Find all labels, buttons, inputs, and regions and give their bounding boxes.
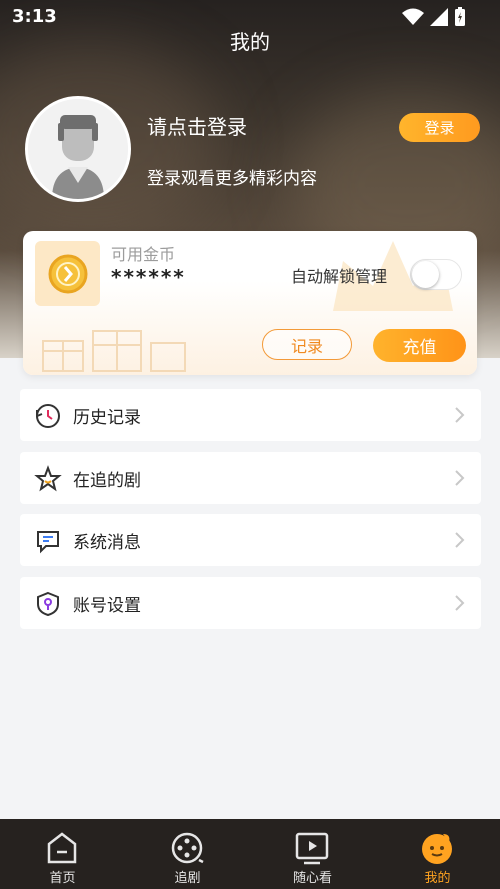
- star-icon: [34, 465, 62, 492]
- shield-icon: [37, 591, 59, 617]
- chevron-right-icon: [455, 532, 465, 548]
- tab-following[interactable]: 追剧: [125, 819, 250, 889]
- auto-unlock-label: 自动解锁管理: [291, 267, 388, 286]
- tab-home[interactable]: 首页: [0, 819, 125, 889]
- avatar[interactable]: [25, 96, 131, 202]
- message-icon: [37, 531, 59, 554]
- coin-icon: [35, 241, 100, 306]
- recharge-button[interactable]: 充值: [373, 329, 466, 362]
- page-title: 我的: [230, 30, 270, 54]
- login-button[interactable]: 登录: [399, 113, 480, 142]
- tab-label: 我的: [424, 871, 451, 886]
- tab-profile[interactable]: 我的: [375, 819, 500, 889]
- menu-label: 在追的剧: [73, 471, 141, 491]
- chevron-right-icon: [455, 470, 465, 486]
- login-subtitle: 登录观看更多精彩内容: [147, 169, 317, 189]
- home-icon: [47, 832, 77, 864]
- tab-label: 随心看: [292, 871, 332, 886]
- film-reel-icon: [171, 832, 204, 864]
- profile-mascot-icon: [422, 834, 452, 864]
- menu-label: 账号设置: [73, 596, 141, 616]
- login-prompt[interactable]: 请点击登录: [147, 111, 247, 140]
- coin-card: 可用金币 ****** 自动解锁管理 记录 充值: [23, 231, 477, 375]
- tab-discover[interactable]: 随心看: [250, 819, 375, 889]
- default-avatar-icon: [28, 99, 128, 199]
- gift-boxes-decoration: [42, 330, 186, 372]
- menu-label: 系统消息: [73, 533, 141, 553]
- menu-item-messages[interactable]: 系统消息: [20, 514, 481, 566]
- coin-label: 可用金币: [111, 245, 176, 264]
- wifi-icon: [402, 8, 424, 25]
- signal-icon: [430, 8, 448, 26]
- chevron-right-icon: [455, 595, 465, 611]
- menu-item-following[interactable]: 在追的剧: [20, 452, 481, 504]
- auto-unlock-toggle[interactable]: [410, 259, 462, 290]
- tab-label: 首页: [49, 871, 76, 886]
- menu-item-history[interactable]: 历史记录: [20, 389, 481, 441]
- coin-balance: ******: [111, 265, 186, 289]
- play-screen-icon: [295, 832, 329, 865]
- record-button[interactable]: 记录: [262, 329, 352, 360]
- battery-icon: [455, 7, 465, 26]
- tab-label: 追剧: [174, 871, 201, 886]
- status-time: 3:13: [12, 6, 57, 27]
- toggle-knob: [412, 261, 439, 288]
- history-icon: [36, 404, 60, 428]
- menu-label: 历史记录: [73, 408, 141, 428]
- bottom-tab-bar: 首页 追剧 随心看 我的: [0, 819, 500, 889]
- menu-item-account-settings[interactable]: 账号设置: [20, 577, 481, 629]
- chevron-right-icon: [455, 407, 465, 423]
